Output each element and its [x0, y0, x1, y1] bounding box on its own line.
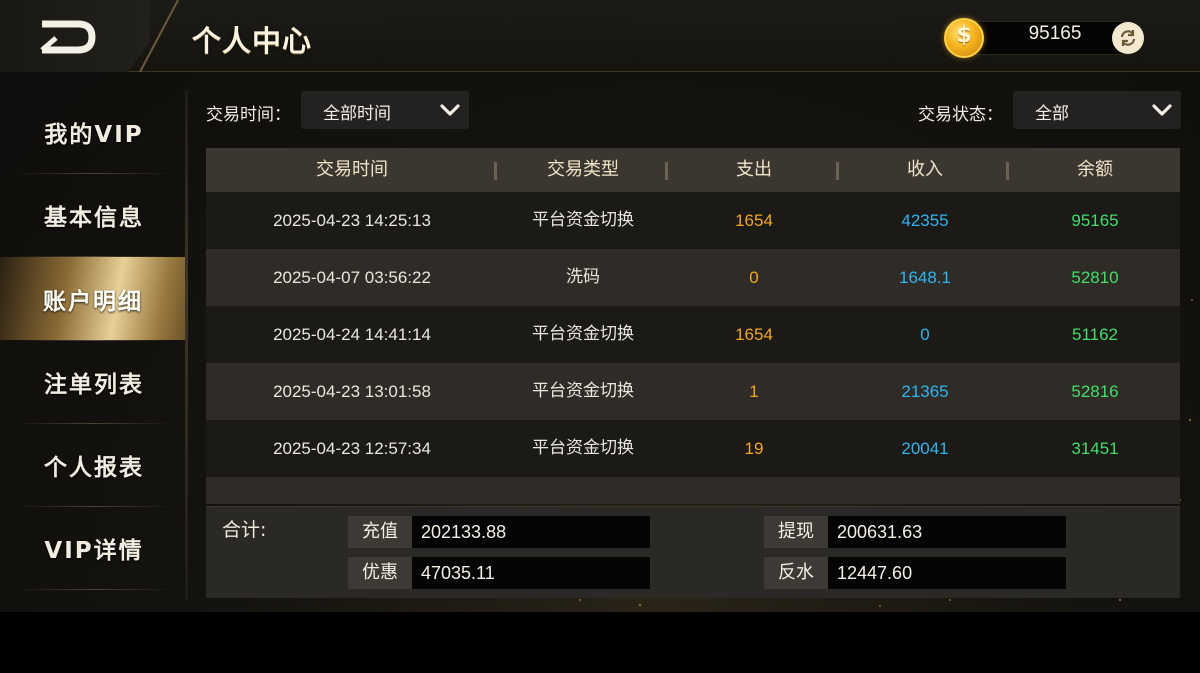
table-row[interactable]: 2025-04-07 03:56:22 洗码 0 1648.1 52810 [206, 249, 1180, 306]
account-center-screen: 个人中心 $ 95165 我的VIP 基本信息 账户明细 注单列表 个人报表 V… [0, 0, 1200, 612]
sidebar-item-basic-info[interactable]: 基本信息 [14, 173, 174, 256]
cell-income: 0 [920, 325, 930, 344]
cell-type: 平台资金切换 [532, 210, 634, 230]
recharge-label: 充值 [348, 516, 412, 548]
table-header: 交易时间 交易类型 支出 收入 余额 [206, 148, 1180, 192]
cell-balance: 51162 [1071, 325, 1118, 344]
sidebar-separator [185, 90, 188, 600]
cell-expense: 1 [749, 382, 759, 401]
table-row[interactable]: 2025-04-23 13:01:58 平台资金切换 1 21365 52816 [206, 363, 1180, 420]
column-header-type: 交易类型 [547, 159, 619, 180]
cell-expense: 1654 [735, 325, 773, 344]
sidebar-item-vip-details[interactable]: VIP详情 [14, 506, 174, 589]
cell-type: 洗码 [566, 267, 600, 287]
refresh-icon[interactable] [1112, 22, 1144, 54]
balance-value: 95165 [1028, 23, 1082, 44]
chevron-down-icon [1152, 104, 1172, 116]
cell-balance: 95165 [1071, 211, 1119, 230]
cell-time: 2025-04-23 13:01:58 [273, 382, 431, 401]
column-header-expense: 支出 [736, 159, 772, 180]
table-row[interactable]: 2025-04-23 12:57:34 平台资金切换 19 20041 3145… [206, 420, 1180, 477]
status-filter-select[interactable]: 全部 [1013, 91, 1181, 129]
balance-widget: $ 95165 [944, 18, 1146, 58]
status-filter-value: 全部 [1035, 104, 1069, 124]
column-header-balance: 余额 [1077, 159, 1113, 180]
cell-income: 21365 [901, 382, 949, 401]
cell-time: 2025-04-24 14:41:14 [273, 325, 431, 344]
rebate-value: 12447.60 [828, 557, 1066, 589]
cell-type: 平台资金切换 [532, 381, 634, 401]
withdraw-value: 200631.63 [828, 516, 1066, 548]
table-row-partial[interactable] [206, 477, 1180, 504]
sidebar-item-my-vip[interactable]: 我的VIP [14, 90, 174, 173]
table-row[interactable]: 2025-04-23 14:25:13 平台资金切换 1654 42355 95… [206, 192, 1180, 249]
nav-divider [14, 589, 174, 590]
cell-balance: 52810 [1071, 268, 1119, 287]
cell-time: 2025-04-23 14:25:13 [273, 211, 431, 230]
sidebar-item-personal-report[interactable]: 个人报表 [14, 423, 174, 506]
header-separator [836, 162, 839, 180]
sidebar-item-bet-list[interactable]: 注单列表 [14, 340, 174, 423]
table-row[interactable]: 2025-04-24 14:41:14 平台资金切换 1654 0 51162 [206, 306, 1180, 363]
bonus-label: 优惠 [348, 557, 412, 589]
status-filter-label: 交易状态： [918, 105, 1003, 125]
cell-time: 2025-04-23 12:57:34 [273, 439, 431, 458]
bonus-value: 47035.11 [412, 557, 650, 589]
cell-balance: 52816 [1071, 382, 1119, 401]
time-filter-select[interactable]: 全部时间 [301, 91, 469, 129]
cell-expense: 1654 [735, 211, 773, 230]
chevron-down-icon [440, 104, 460, 116]
cell-time: 2025-04-07 03:56:22 [273, 268, 431, 287]
cell-income: 20041 [901, 439, 949, 458]
rebate-label: 反水 [764, 557, 828, 589]
sidebar-item-account-details[interactable]: 账户明细 [0, 257, 186, 340]
sidebar-nav: 我的VIP 基本信息 账户明细 注单列表 个人报表 VIP详情 [0, 90, 188, 610]
top-header: 个人中心 $ 95165 [0, 0, 1200, 72]
totals-panel: 合计: 充值 202133.88 提现 200631.63 优惠 47035.1… [206, 506, 1180, 598]
totals-title: 合计: [222, 519, 267, 541]
withdraw-label: 提现 [764, 516, 828, 548]
header-separator [494, 162, 497, 180]
page-title: 个人中心 [192, 24, 313, 58]
recharge-value: 202133.88 [412, 516, 650, 548]
time-filter-label: 交易时间： [206, 105, 291, 125]
time-filter-value: 全部时间 [323, 104, 391, 124]
transactions-table[interactable]: 交易时间 交易类型 支出 收入 余额 2025-04-23 14:25:13 平… [206, 148, 1180, 504]
column-header-time: 交易时间 [316, 159, 388, 180]
cell-income: 42355 [901, 211, 949, 230]
cell-expense: 19 [744, 439, 764, 458]
cell-type: 平台资金切换 [532, 324, 634, 344]
column-header-income: 收入 [907, 159, 943, 180]
header-divider [139, 0, 179, 72]
back-arrow-icon [40, 20, 96, 54]
header-separator [1006, 162, 1009, 180]
cell-balance: 31451 [1071, 439, 1119, 458]
gold-coin-icon: $ [944, 18, 984, 58]
cell-expense: 0 [749, 268, 759, 287]
cell-income: 1648.1 [899, 268, 951, 287]
cell-type: 平台资金切换 [532, 438, 634, 458]
